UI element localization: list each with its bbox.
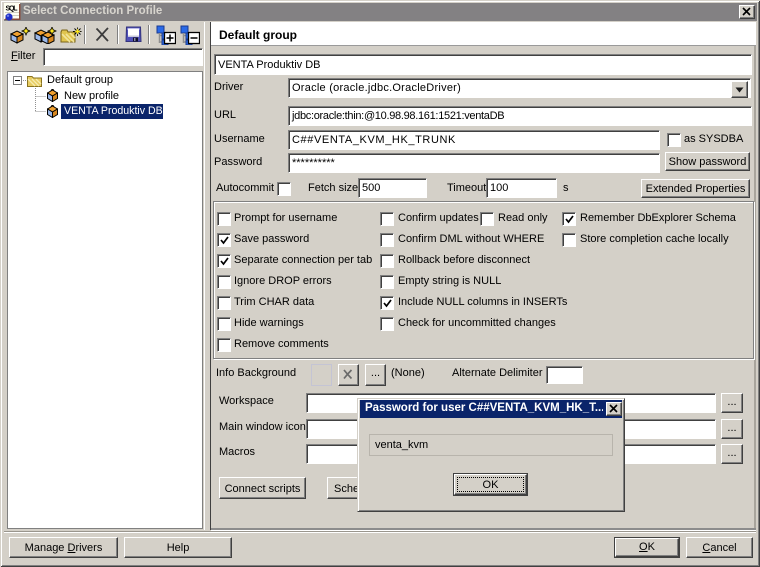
- svg-text:SQL: SQL: [6, 6, 19, 13]
